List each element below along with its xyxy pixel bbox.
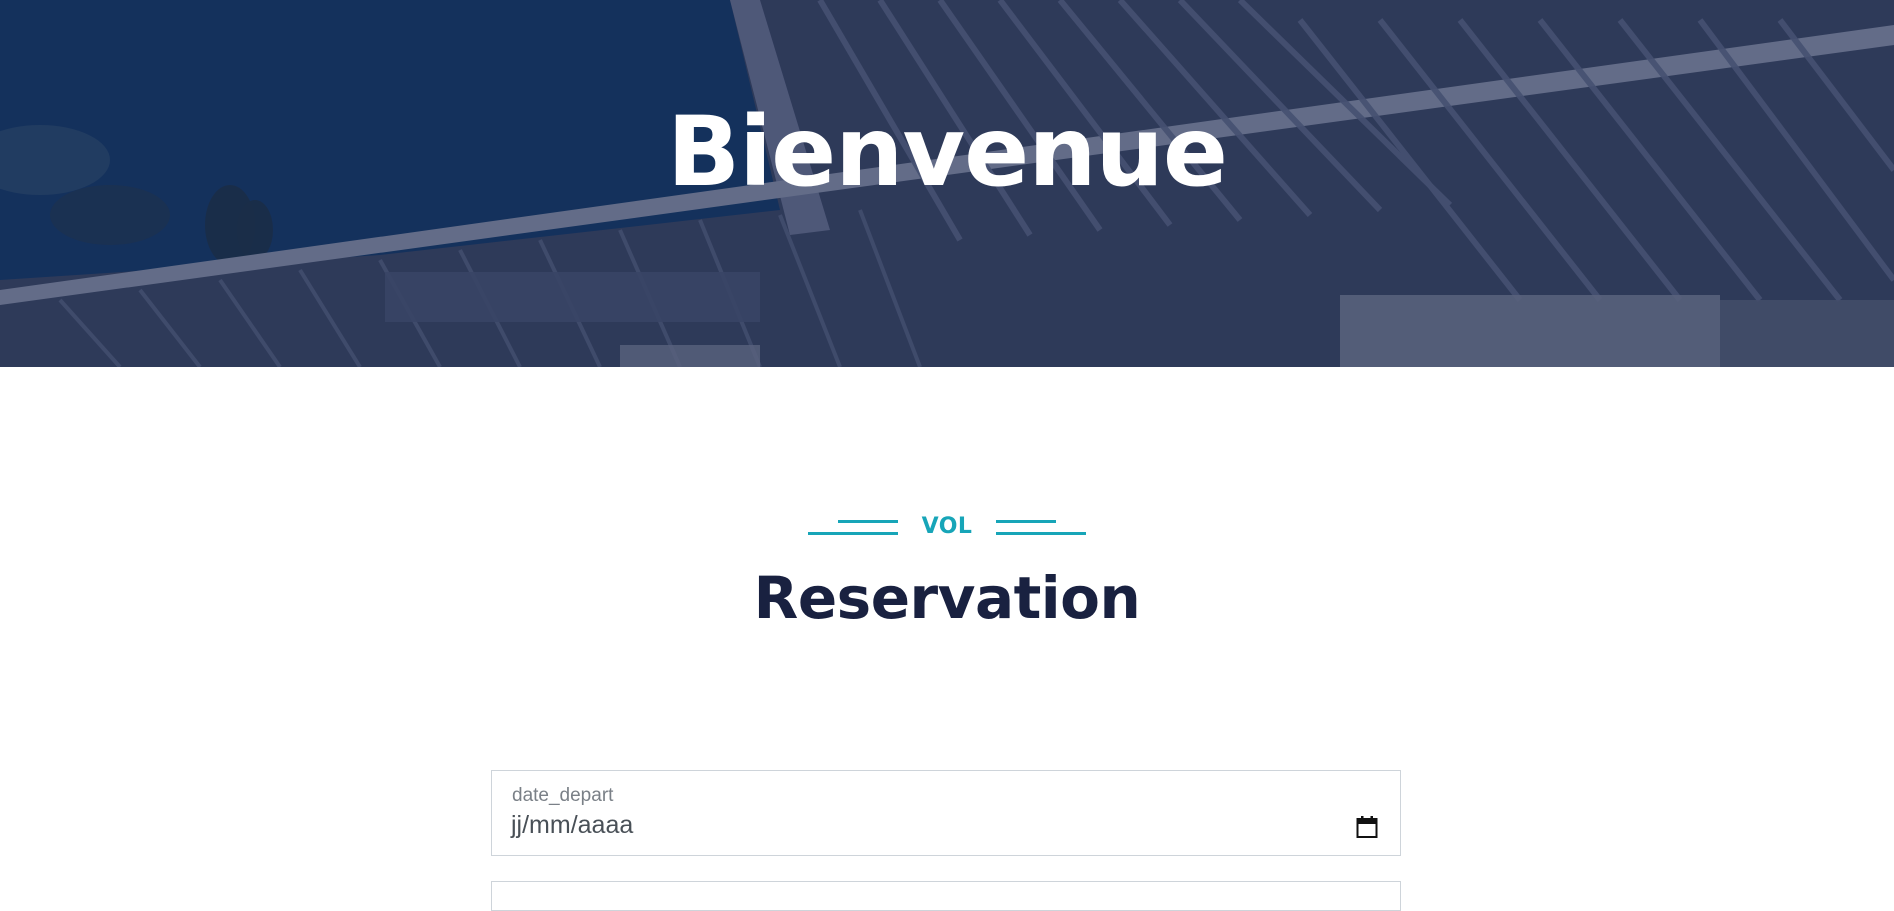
kicker-right-decoration [996,520,1086,536]
hero-banner: Bienvenue [0,0,1894,367]
section-kicker: VOL [0,510,1894,546]
hero-title: Bienvenue [666,96,1228,208]
next-form-field[interactable] [491,881,1401,911]
date-depart-label: date_depart [512,785,614,806]
section-title: Reservation [753,564,1141,632]
calendar-icon[interactable] [1356,815,1378,839]
date-depart-field[interactable]: date_depart jj/mm/aaaa [491,770,1401,856]
date-depart-input[interactable]: jj/mm/aaaa [511,811,633,840]
section-kicker-label: VOL [921,514,973,539]
reservation-section-header: VOL Reservation [0,510,1894,632]
